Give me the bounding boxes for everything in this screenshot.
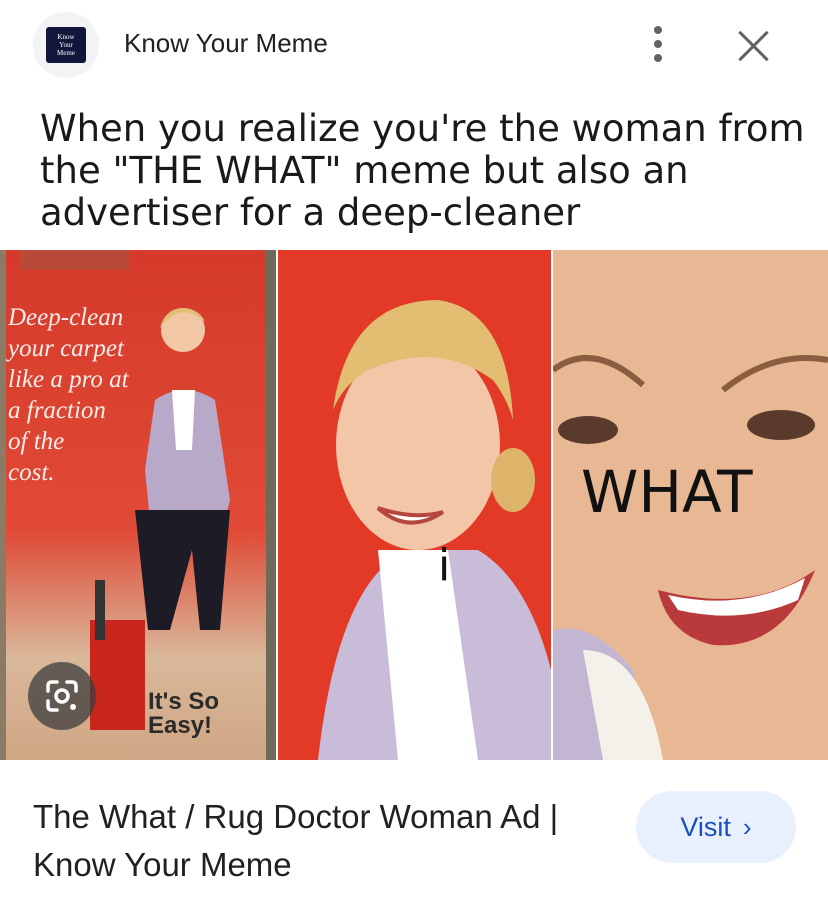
ad-slogan-line: your carpet bbox=[8, 335, 124, 362]
meme-panel-extreme-closeup: WHAT bbox=[553, 250, 828, 760]
meme-image[interactable]: When you realize you're the woman from t… bbox=[0, 92, 828, 760]
meme-panel-closeup: i bbox=[278, 250, 551, 760]
result-title[interactable]: The What / Rug Doctor Woman Ad | Know Yo… bbox=[33, 793, 623, 889]
chevron-right-icon: › bbox=[742, 811, 752, 842]
ad-slogan-line: cost. bbox=[8, 459, 55, 486]
ad-slogan-line: Deep-clean bbox=[8, 304, 124, 331]
ad-slogan-line: of the bbox=[8, 428, 65, 455]
ad-slogan-line: a fraction bbox=[8, 397, 106, 424]
site-logo[interactable]: Know Your Meme bbox=[33, 12, 99, 78]
close-icon[interactable] bbox=[735, 28, 771, 64]
ad-slogan-line: like a pro at bbox=[8, 366, 129, 393]
easy-line: Easy! bbox=[148, 712, 213, 739]
easy-line: It's So bbox=[148, 688, 220, 715]
visit-button[interactable]: Visit › bbox=[636, 791, 796, 863]
ad-slogan: Deep-clean your carpet like a pro at a f… bbox=[8, 302, 129, 488]
woman-closeup-illustration bbox=[318, 300, 551, 760]
know-your-meme-logo: Know Your Meme bbox=[46, 27, 86, 63]
meme-caption: When you realize you're the woman from t… bbox=[40, 107, 805, 234]
meme-label-i: i bbox=[438, 540, 451, 591]
meme-label-what: WHAT bbox=[581, 458, 753, 526]
its-so-easy-text: It's So Easy! bbox=[148, 690, 219, 738]
site-name[interactable]: Know Your Meme bbox=[124, 28, 328, 59]
meme-panel-ad: Deep-clean your carpet like a pro at a f… bbox=[0, 250, 276, 760]
google-lens-button[interactable] bbox=[28, 662, 96, 730]
visit-label: Visit bbox=[680, 811, 731, 842]
header: Know Your Meme Know Your Meme bbox=[0, 0, 828, 90]
google-lens-icon bbox=[46, 680, 78, 712]
more-options-icon[interactable] bbox=[646, 26, 670, 62]
